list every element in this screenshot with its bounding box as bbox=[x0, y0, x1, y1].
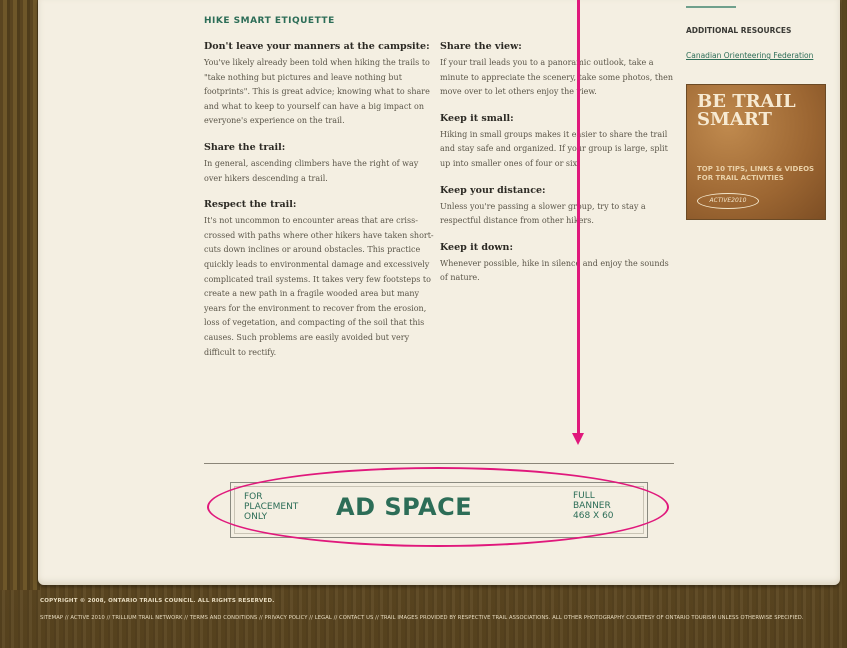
etiquette-item: Share the trail: In general, ascending c… bbox=[204, 141, 436, 186]
additional-resources-title: ADDITIONAL RESOURCES bbox=[686, 26, 792, 35]
be-trail-smart-promo[interactable]: BE TRAIL SMART TOP 10 TIPS, LINKS & VIDE… bbox=[686, 84, 826, 220]
active2010-logo: ACTIVE2010 bbox=[697, 193, 759, 209]
etiquette-text: In general, ascending climbers have the … bbox=[204, 158, 419, 183]
ad-space-banner[interactable]: FOR PLACEMENT ONLY AD SPACE FULL BANNER … bbox=[230, 482, 648, 538]
annotation-arrow-line bbox=[577, 0, 580, 436]
etiquette-text: It's not uncommon to encounter areas tha… bbox=[204, 216, 434, 357]
ad-left-line1: FOR bbox=[244, 492, 263, 502]
etiquette-item: Keep it small: Hiking in small groups ma… bbox=[440, 112, 676, 172]
ad-size-label: FULL BANNER 468 X 60 bbox=[573, 491, 643, 521]
content-divider bbox=[204, 463, 674, 464]
etiquette-item: Share the view: If your trail leads you … bbox=[440, 40, 676, 100]
etiquette-heading: Don't leave your manners at the campsite… bbox=[204, 41, 430, 52]
etiquette-heading: Keep it small: bbox=[440, 112, 514, 124]
section-title: HIKE SMART ETIQUETTE bbox=[204, 16, 335, 26]
ad-space-label: AD SPACE bbox=[336, 493, 473, 521]
etiquette-text: You've likely already been told when hik… bbox=[204, 58, 430, 126]
etiquette-heading: Keep it down: bbox=[440, 241, 513, 253]
etiquette-heading: Share the trail: bbox=[204, 141, 286, 153]
etiquette-column-right: Share the view: If your trail leads you … bbox=[440, 40, 676, 298]
ad-right-line2: BANNER bbox=[573, 501, 611, 511]
etiquette-text: Unless you're passing a slower group, tr… bbox=[440, 201, 646, 226]
promo-subtitle: TOP 10 TIPS, LINKS & VIDEOS FOR TRAIL AC… bbox=[697, 165, 815, 182]
etiquette-item: Keep it down: Whenever possible, hike in… bbox=[440, 241, 676, 286]
sidebar-link-cutoff[interactable] bbox=[686, 0, 736, 8]
ad-right-line3: 468 X 60 bbox=[573, 511, 614, 521]
footer-copyright: COPYRIGHT © 2008, ONTARIO TRAILS COUNCIL… bbox=[40, 598, 275, 604]
annotation-arrow-head-icon bbox=[572, 433, 584, 445]
etiquette-text: Hiking in small groups makes it easier t… bbox=[440, 129, 668, 168]
footer: COPYRIGHT © 2008, ONTARIO TRAILS COUNCIL… bbox=[40, 598, 840, 622]
etiquette-item: Respect the trail: It's not uncommon to … bbox=[204, 198, 436, 360]
etiquette-column-left: Don't leave your manners at the campsite… bbox=[204, 40, 436, 372]
etiquette-text: If your trail leads you to a panoramic o… bbox=[440, 58, 674, 97]
etiquette-heading: Share the view: bbox=[440, 41, 522, 52]
etiquette-heading: Respect the trail: bbox=[204, 199, 297, 211]
ad-right-line1: FULL bbox=[573, 491, 595, 501]
ad-placement-label: FOR PLACEMENT ONLY bbox=[244, 492, 314, 522]
etiquette-heading: Keep your distance: bbox=[440, 184, 546, 196]
ad-left-line3: ONLY bbox=[244, 512, 268, 522]
orienteering-federation-link[interactable]: Canadian Orienteering Federation bbox=[686, 50, 826, 61]
promo-title-line2: SMART bbox=[697, 109, 772, 130]
etiquette-item: Don't leave your manners at the campsite… bbox=[204, 40, 436, 129]
etiquette-item: Keep your distance: Unless you're passin… bbox=[440, 184, 676, 229]
ad-left-line2: PLACEMENT bbox=[244, 502, 299, 512]
footer-links[interactable]: SITEMAP // ACTIVE 2010 // TRILLIUM TRAIL… bbox=[40, 614, 840, 622]
wood-background-left bbox=[0, 0, 40, 590]
promo-title: BE TRAIL SMART bbox=[697, 93, 796, 129]
etiquette-text: Whenever possible, hike in silence and e… bbox=[440, 258, 669, 283]
